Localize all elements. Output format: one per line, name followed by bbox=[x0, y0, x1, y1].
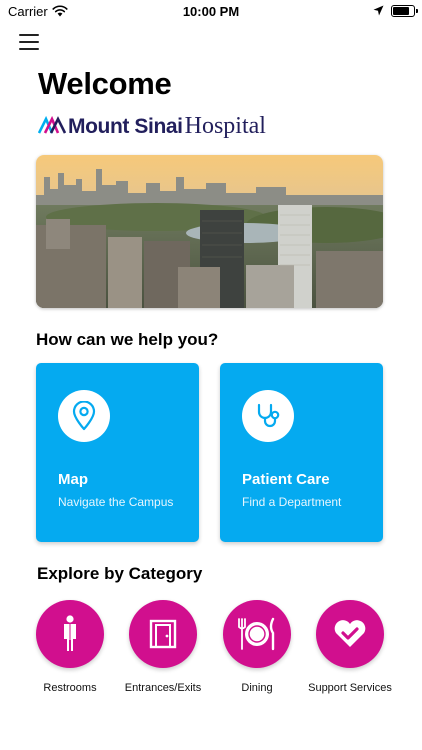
restroom-icon bbox=[64, 615, 76, 651]
category-entrances-exits[interactable]: Entrances/Exits bbox=[116, 600, 210, 694]
category-label: Restrooms bbox=[43, 682, 97, 694]
clock: 10:00 PM bbox=[182, 4, 240, 19]
help-section-title: How can we help you? bbox=[36, 330, 219, 349]
category-label: Entrances/Exits bbox=[124, 682, 202, 694]
category-label: Support Services bbox=[308, 682, 392, 694]
patient-care-card-subtitle: Find a Department bbox=[242, 495, 342, 509]
category-label: Dining bbox=[241, 682, 273, 694]
battery-icon bbox=[391, 5, 418, 17]
category-support-services[interactable]: Support Services bbox=[303, 600, 397, 694]
patient-care-icon-circle bbox=[242, 390, 294, 442]
map-card-title: Map bbox=[58, 471, 88, 488]
map-icon-circle bbox=[58, 390, 110, 442]
menu-button[interactable] bbox=[19, 33, 39, 51]
patient-care-card[interactable]: Patient Care Find a Department bbox=[220, 363, 383, 542]
hero-image bbox=[36, 155, 383, 308]
explore-section-title: Explore by Category bbox=[37, 564, 203, 583]
dining-icon bbox=[238, 617, 275, 651]
category-dining[interactable]: Dining bbox=[210, 600, 304, 694]
patient-care-card-title: Patient Care bbox=[242, 471, 330, 488]
location-arrow-icon bbox=[373, 5, 384, 16]
hamburger-icon bbox=[19, 34, 39, 36]
map-card[interactable]: Map Navigate the Campus bbox=[36, 363, 199, 542]
heart-icon bbox=[334, 620, 366, 647]
logo-text: Mount Sinai Hospital bbox=[68, 113, 266, 139]
map-pin-icon bbox=[72, 401, 96, 431]
map-card-subtitle: Navigate the Campus bbox=[58, 495, 174, 509]
stethoscope-icon bbox=[257, 403, 280, 428]
category-restrooms[interactable]: Restrooms bbox=[23, 600, 117, 694]
door-icon bbox=[149, 619, 177, 649]
status-bar: Carrier 10:00 PM bbox=[0, 0, 422, 22]
city-skyline-image bbox=[36, 155, 383, 308]
logo-mark-icon bbox=[38, 116, 66, 134]
page-title: Welcome bbox=[38, 66, 172, 101]
